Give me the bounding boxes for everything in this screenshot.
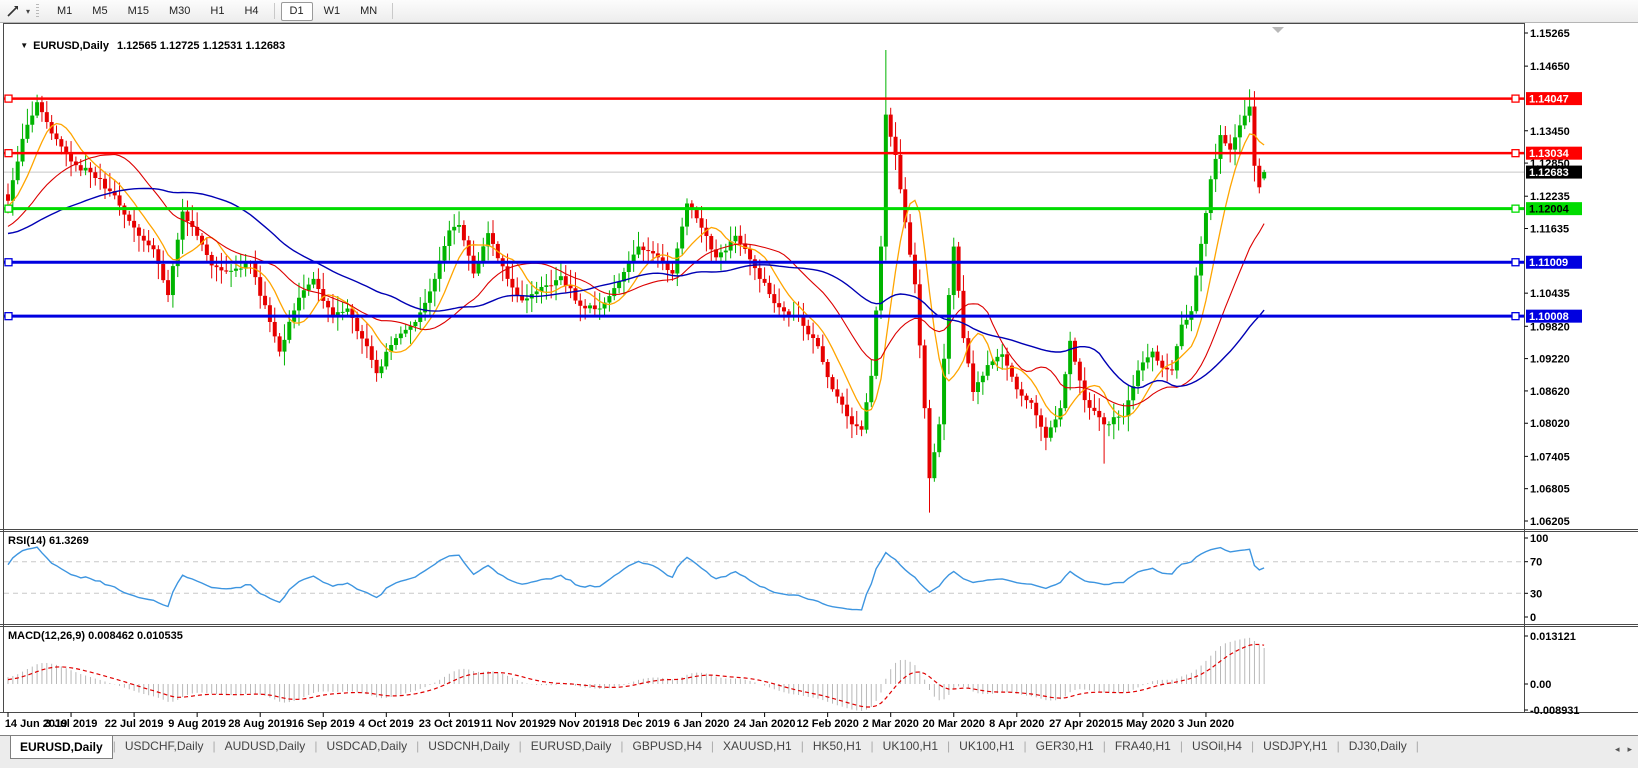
tab-scroll-right-icon[interactable]: ▸ (1627, 744, 1632, 755)
svg-text:1.14047: 1.14047 (1529, 94, 1569, 106)
toolbar-drag-handle[interactable] (36, 3, 40, 19)
svg-text:1.06805: 1.06805 (1530, 484, 1570, 496)
chart-canvas[interactable]: 1.152651.146501.134501.128501.122351.116… (0, 23, 1638, 735)
svg-text:1.13450: 1.13450 (1530, 126, 1570, 138)
candlestick-series (6, 49, 1267, 513)
timeframe-button-m30[interactable]: M30 (160, 2, 199, 21)
symbol-tab-7-xauusd-h1[interactable]: XAUUSD,H1 (714, 736, 801, 757)
rsi-line (7, 546, 1265, 611)
svg-text:4 Oct 2019: 4 Oct 2019 (359, 718, 414, 730)
svg-text:28 Aug 2019: 28 Aug 2019 (228, 718, 292, 730)
svg-text:1.12004: 1.12004 (1529, 204, 1570, 216)
tab-scroll-buttons: ◂ ▸ (1615, 744, 1632, 755)
svg-text:2 Mar 2020: 2 Mar 2020 (863, 718, 919, 730)
trendline-tool-glyph (7, 6, 18, 17)
svg-text:6 Jan 2020: 6 Jan 2020 (674, 718, 730, 730)
symbol-tab-6-gbpusd-h4[interactable]: GBPUSD,H4 (624, 736, 711, 757)
svg-text:1.13034: 1.13034 (1529, 148, 1570, 160)
symbol-tab-9-uk100-h1[interactable]: UK100,H1 (874, 736, 947, 757)
symbol-tab-8-hk50-h1[interactable]: HK50,H1 (804, 736, 871, 757)
svg-text:1.08620: 1.08620 (1530, 386, 1570, 398)
top-toolbar: ▾ M1 M5 M15 M30 H1 H4 D1 W1 MN (0, 0, 1638, 23)
svg-text:1.08020: 1.08020 (1530, 418, 1570, 430)
svg-text:22 Jul 2019: 22 Jul 2019 (105, 718, 164, 730)
svg-text:-0.008931: -0.008931 (1530, 705, 1580, 717)
macd-pane[interactable] (7, 637, 1265, 711)
svg-text:1.11009: 1.11009 (1529, 257, 1568, 269)
macd-signal-line (7, 643, 1265, 708)
svg-text:20 Mar 2020: 20 Mar 2020 (923, 718, 985, 730)
date-axis[interactable]: 14 Jun 20193 Jul 2019 22 Jul 2019 9 Aug 20… (5, 712, 1234, 731)
svg-text:1.09220: 1.09220 (1530, 354, 1570, 366)
svg-text:30: 30 (1530, 588, 1542, 600)
svg-text:1.07405: 1.07405 (1530, 451, 1570, 463)
timeframe-button-w1[interactable]: W1 (315, 2, 350, 21)
svg-text:9 Aug 2019: 9 Aug 2019 (168, 718, 226, 730)
svg-text:1.12683: 1.12683 (1529, 167, 1569, 179)
symbol-tab-5-eurusd-daily[interactable]: EURUSD,Daily (522, 736, 621, 757)
tab-scroll-left-icon[interactable]: ◂ (1615, 744, 1620, 755)
svg-text:1.10008: 1.10008 (1529, 311, 1569, 323)
svg-text:18 Dec 2019: 18 Dec 2019 (607, 718, 670, 730)
svg-text:0.013121: 0.013121 (1530, 631, 1576, 643)
svg-text:29 Nov 2019: 29 Nov 2019 (544, 718, 608, 730)
trendline-tool-icon[interactable] (5, 3, 21, 19)
chart-frame (3, 23, 1525, 713)
svg-text:1.06205: 1.06205 (1530, 516, 1570, 528)
svg-text:1.12235: 1.12235 (1530, 191, 1570, 203)
svg-text:1.11635: 1.11635 (1530, 224, 1569, 236)
timeframe-button-h1[interactable]: H1 (201, 2, 233, 21)
symbol-tab-0-eurusd-daily[interactable]: EURUSD,Daily (10, 736, 113, 759)
symbol-tab-12-fra40-h1[interactable]: FRA40,H1 (1106, 736, 1180, 757)
symbol-tab-11-ger30-h1[interactable]: GER30,H1 (1027, 736, 1103, 757)
svg-text:70: 70 (1530, 557, 1542, 569)
symbol-tab-13-usoil-h4[interactable]: USOil,H4 (1183, 736, 1251, 757)
svg-text:1.15265: 1.15265 (1530, 28, 1570, 40)
symbol-tab-3-usdcad-daily[interactable]: USDCAD,Daily (317, 736, 416, 757)
timeframe-button-m15[interactable]: M15 (119, 2, 158, 21)
timeframe-button-mn[interactable]: MN (351, 2, 386, 21)
svg-text:23 Oct 2019: 23 Oct 2019 (419, 718, 480, 730)
svg-text:1.10435: 1.10435 (1530, 288, 1570, 300)
svg-text:3 Jun 2020: 3 Jun 2020 (1178, 718, 1234, 730)
symbol-tab-2-audusd-daily[interactable]: AUDUSD,Daily (216, 736, 315, 757)
chart-shift-marker-icon[interactable] (1272, 27, 1284, 33)
symbol-tab-4-usdcnh-daily[interactable]: USDCNH,Daily (419, 736, 518, 757)
tool-dropdown-icon[interactable]: ▾ (26, 7, 30, 16)
svg-text:12 Feb 2020: 12 Feb 2020 (796, 718, 858, 730)
svg-text:11 Nov 2019: 11 Nov 2019 (481, 718, 544, 730)
symbol-tab-15-dj30-daily[interactable]: DJ30,Daily (1340, 736, 1416, 757)
tab-divider: | (1415, 739, 1419, 753)
price-pane[interactable] (4, 49, 1524, 513)
svg-text:15 May 2020: 15 May 2020 (1111, 718, 1175, 730)
timeframe-buttons: M1 M5 M15 M30 H1 H4 D1 W1 MN (47, 1, 398, 21)
svg-text:27 Apr 2020: 27 Apr 2020 (1049, 718, 1110, 730)
symbol-tab-14-usdjpy-h1[interactable]: USDJPY,H1 (1254, 736, 1336, 757)
chart-window: 1.15265 1.14650 1.13450 1.12850 1.12235 1.116… (0, 23, 1638, 735)
svg-text:8 Apr 2020: 8 Apr 2020 (989, 718, 1044, 730)
svg-text:16 Sep 2019: 16 Sep 2019 (292, 718, 355, 730)
timeframe-button-m5[interactable]: M5 (83, 2, 116, 21)
symbol-tabbar: EURUSD,Daily | USDCHF,Daily | AUDUSD,Daily | U… (0, 735, 1638, 768)
toolbar-separator (392, 3, 394, 19)
symbol-tab-1-usdchf-daily[interactable]: USDCHF,Daily (116, 736, 213, 757)
timeframe-button-m1[interactable]: M1 (48, 2, 81, 21)
svg-text:3 Jul 2019: 3 Jul 2019 (45, 718, 98, 730)
svg-text:0: 0 (1530, 612, 1536, 624)
symbol-tab-10-uk100-h1[interactable]: UK100,H1 (950, 736, 1023, 757)
svg-text:0.00: 0.00 (1530, 679, 1551, 691)
timeframe-button-d1[interactable]: D1 (280, 1, 313, 21)
horizontal-lines[interactable] (4, 94, 1524, 321)
svg-text:1.14650: 1.14650 (1530, 61, 1570, 73)
rsi-pane[interactable] (4, 546, 1524, 611)
timeframe-button-h4[interactable]: H4 (235, 2, 267, 21)
toolbar-separator (273, 3, 275, 19)
svg-text:100: 100 (1530, 533, 1548, 545)
svg-text:24 Jan 2020: 24 Jan 2020 (734, 718, 796, 730)
price-axis[interactable]: 1.152651.146501.134501.128501.122351.116… (1524, 28, 1583, 717)
moving-average-8 (7, 122, 1265, 418)
